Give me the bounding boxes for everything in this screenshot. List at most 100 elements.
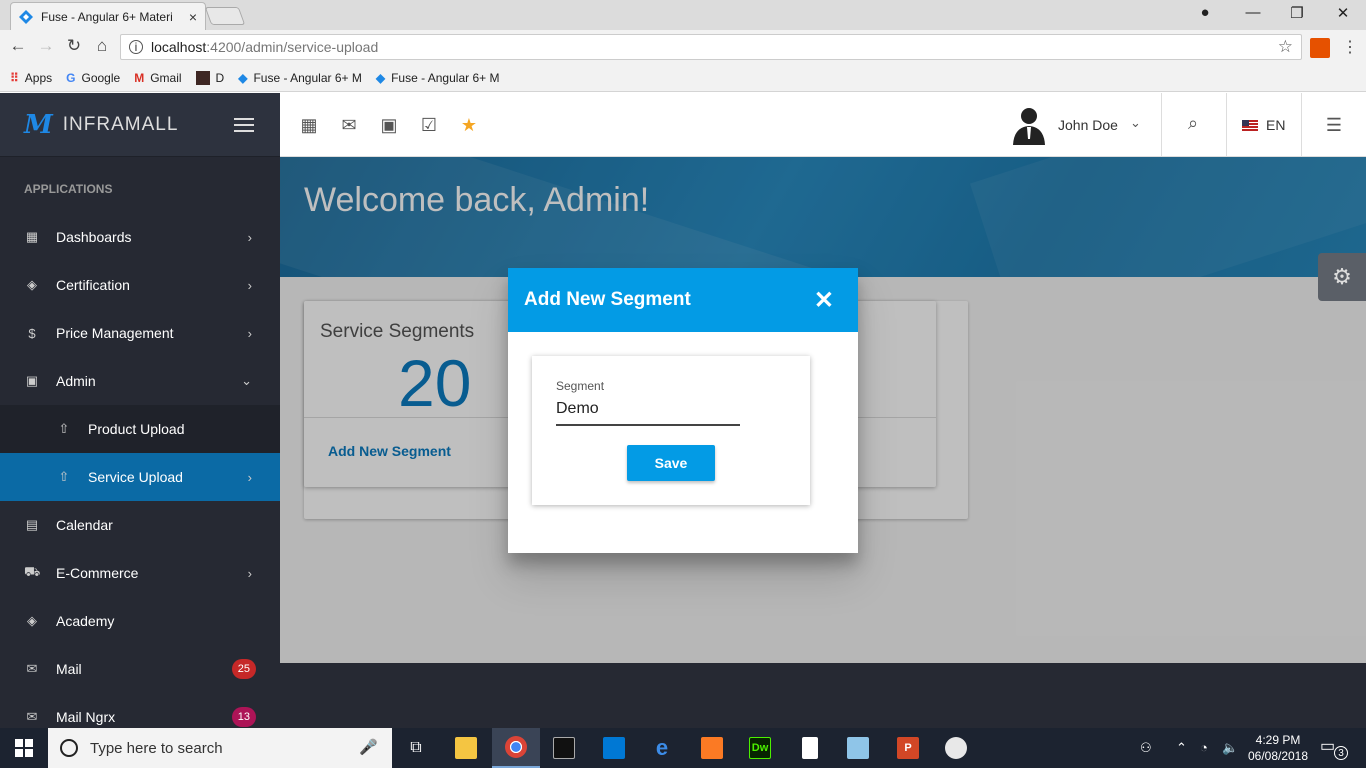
bookmark-fuse-1[interactable]: ◆ Fuse - Angular 6+ M [238, 71, 362, 85]
check-box-icon[interactable]: ☑ [418, 115, 440, 135]
search-icon[interactable]: ⌕ [1182, 113, 1204, 133]
bookmark-d-icon [195, 70, 210, 85]
segment-input[interactable] [556, 394, 740, 426]
chrome-icon[interactable] [492, 728, 540, 768]
user-name[interactable]: John Doe [1058, 117, 1118, 133]
sidebar-section-title: APPLICATIONS [24, 182, 113, 196]
save-button[interactable]: Save [627, 445, 715, 481]
fuse-icon: ◆ [375, 70, 386, 85]
list-icon[interactable]: ☰ [1323, 115, 1345, 135]
sidebar-item-service-upload[interactable]: ⇧ Service Upload › [0, 453, 280, 501]
extension-icon[interactable] [1310, 38, 1330, 58]
task-view-icon[interactable]: ⧉ [392, 728, 440, 768]
chevron-right-icon: › [247, 469, 252, 485]
top-toolbar: ▦ ✉ ▣ ☑ ★ John Doe ⌄ ⌕ EN ☰ [280, 93, 1366, 157]
sidebar-item-price-management[interactable]: $ Price Management › [0, 309, 280, 357]
profile-icon[interactable]: ● [1190, 4, 1220, 21]
chevron-up-icon[interactable]: ⌃ [1176, 740, 1187, 756]
sidebar-item-certification[interactable]: ◈ Certification › [0, 261, 280, 309]
browser-tab[interactable]: Fuse - Angular 6+ Materi × [10, 2, 206, 30]
notepad-icon[interactable] [834, 728, 882, 768]
bookmark-apps[interactable]: ⠿ Apps [10, 71, 52, 85]
tab-close-icon[interactable]: × [189, 9, 197, 25]
school-icon: ◈ [27, 277, 37, 292]
bookmarks-bar: ⠿ Apps G Google M Gmail D ◆ Fuse - Angular 6… [0, 64, 1366, 92]
edge-icon[interactable]: e [638, 728, 686, 768]
close-window-icon[interactable]: ✕ [1328, 4, 1358, 22]
sidebar-header: M INFRAMALL [0, 93, 280, 157]
notifications-button[interactable]: ▭ 3 [1320, 736, 1350, 760]
close-icon[interactable]: ✕ [814, 286, 834, 315]
cart-icon: ⛟ [24, 564, 41, 579]
chevron-down-icon[interactable]: ⌄ [1130, 115, 1141, 131]
home-icon[interactable]: ⌂ [90, 36, 114, 56]
settings-button[interactable]: ⚙ [1318, 253, 1366, 301]
mail-icon[interactable]: ✉ [338, 115, 360, 135]
dialog-header: Add New Segment ✕ [508, 268, 858, 332]
mail-count-badge: 25 [231, 659, 256, 679]
contact-icon[interactable]: ▣ [378, 115, 400, 135]
search-placeholder: Type here to search [90, 739, 223, 757]
start-button[interactable] [0, 728, 48, 768]
dreamweaver-icon[interactable]: Dw [736, 728, 784, 768]
apps-icon: ⠿ [10, 70, 19, 85]
sidebar-item-ecommerce[interactable]: ⛟ E-Commerce › [0, 549, 280, 597]
new-tab-button[interactable] [204, 7, 246, 25]
upload-icon: ⇧ [58, 421, 70, 436]
sidebar-item-mail[interactable]: ✉ Mail 25 [0, 645, 280, 693]
bookmark-gmail[interactable]: M Gmail [134, 71, 181, 85]
restore-icon[interactable]: ❐ [1282, 4, 1312, 22]
powerpoint-icon[interactable]: P [884, 728, 932, 768]
address-toolbar: ← → ↻ ⌂ i localhost:4200/admin/service-u… [0, 30, 1366, 64]
sidebar: M INFRAMALL APPLICATIONS ▦ Dashboards › … [0, 93, 280, 728]
hamburger-icon[interactable] [234, 114, 254, 136]
forward-icon[interactable]: → [34, 36, 58, 56]
upload-icon: ⇧ [58, 469, 70, 484]
logo-icon: M [24, 109, 53, 140]
clock[interactable]: 4:29 PM 06/08/2018 [1246, 732, 1310, 764]
minimize-icon[interactable]: — [1238, 4, 1268, 21]
terminal-icon[interactable] [540, 728, 588, 768]
windows-taskbar: Type here to search 🎤 ⧉ e Dw P ⚇ ⌃ ◔ 🔈 4… [0, 728, 1366, 768]
dollar-icon: $ [28, 325, 36, 341]
chevron-right-icon: › [247, 565, 252, 581]
menu-icon[interactable]: ⋮ [1342, 37, 1358, 57]
language-selector[interactable]: EN [1242, 117, 1285, 133]
windows-icon [15, 739, 33, 757]
google-icon: G [66, 70, 76, 85]
bookmark-d[interactable]: D [195, 70, 224, 85]
calendar-icon[interactable]: ▦ [298, 115, 320, 135]
paint-icon[interactable] [932, 728, 980, 768]
back-icon[interactable]: ← [6, 36, 30, 56]
divider [1226, 93, 1227, 157]
star-icon[interactable]: ★ [458, 115, 480, 135]
microphone-icon[interactable]: 🎤 [359, 738, 378, 756]
divider [1161, 93, 1162, 157]
sidebar-item-product-upload[interactable]: ⇧ Product Upload [0, 405, 280, 453]
sidebar-item-dashboards[interactable]: ▦ Dashboards › [0, 213, 280, 261]
sidebar-item-calendar[interactable]: ▤ Calendar [0, 501, 280, 549]
url-path: :4200/admin/service-upload [206, 39, 379, 55]
url-bar[interactable]: i localhost:4200/admin/service-upload ☆ [120, 34, 1302, 60]
bookmark-star-icon[interactable]: ☆ [1278, 37, 1293, 57]
chevron-right-icon: › [247, 325, 252, 341]
xampp-icon[interactable] [688, 728, 736, 768]
vscode-icon[interactable] [590, 728, 638, 768]
network-icon[interactable]: ◔ [1200, 740, 1208, 755]
file-icon[interactable] [786, 728, 834, 768]
dialog-title: Add New Segment [524, 289, 691, 310]
sidebar-item-academy[interactable]: ◈ Academy [0, 597, 280, 645]
volume-icon[interactable]: 🔈 [1222, 740, 1238, 756]
reload-icon[interactable]: ↻ [62, 36, 86, 56]
info-icon: i [129, 40, 143, 54]
language-label: EN [1266, 117, 1286, 133]
clock-time: 4:29 PM [1255, 733, 1301, 747]
file-explorer-icon[interactable] [442, 728, 490, 768]
people-icon[interactable]: ⚇ [1140, 740, 1152, 756]
sidebar-item-admin[interactable]: ▣ Admin ⌄ [0, 357, 280, 405]
mail-ngrx-count-badge: 13 [231, 707, 256, 727]
bookmark-google[interactable]: G Google [66, 71, 120, 85]
avatar[interactable] [1010, 105, 1048, 145]
bookmark-fuse-2[interactable]: ◆ Fuse - Angular 6+ M [376, 71, 500, 85]
taskbar-search[interactable]: Type here to search 🎤 [48, 728, 392, 768]
